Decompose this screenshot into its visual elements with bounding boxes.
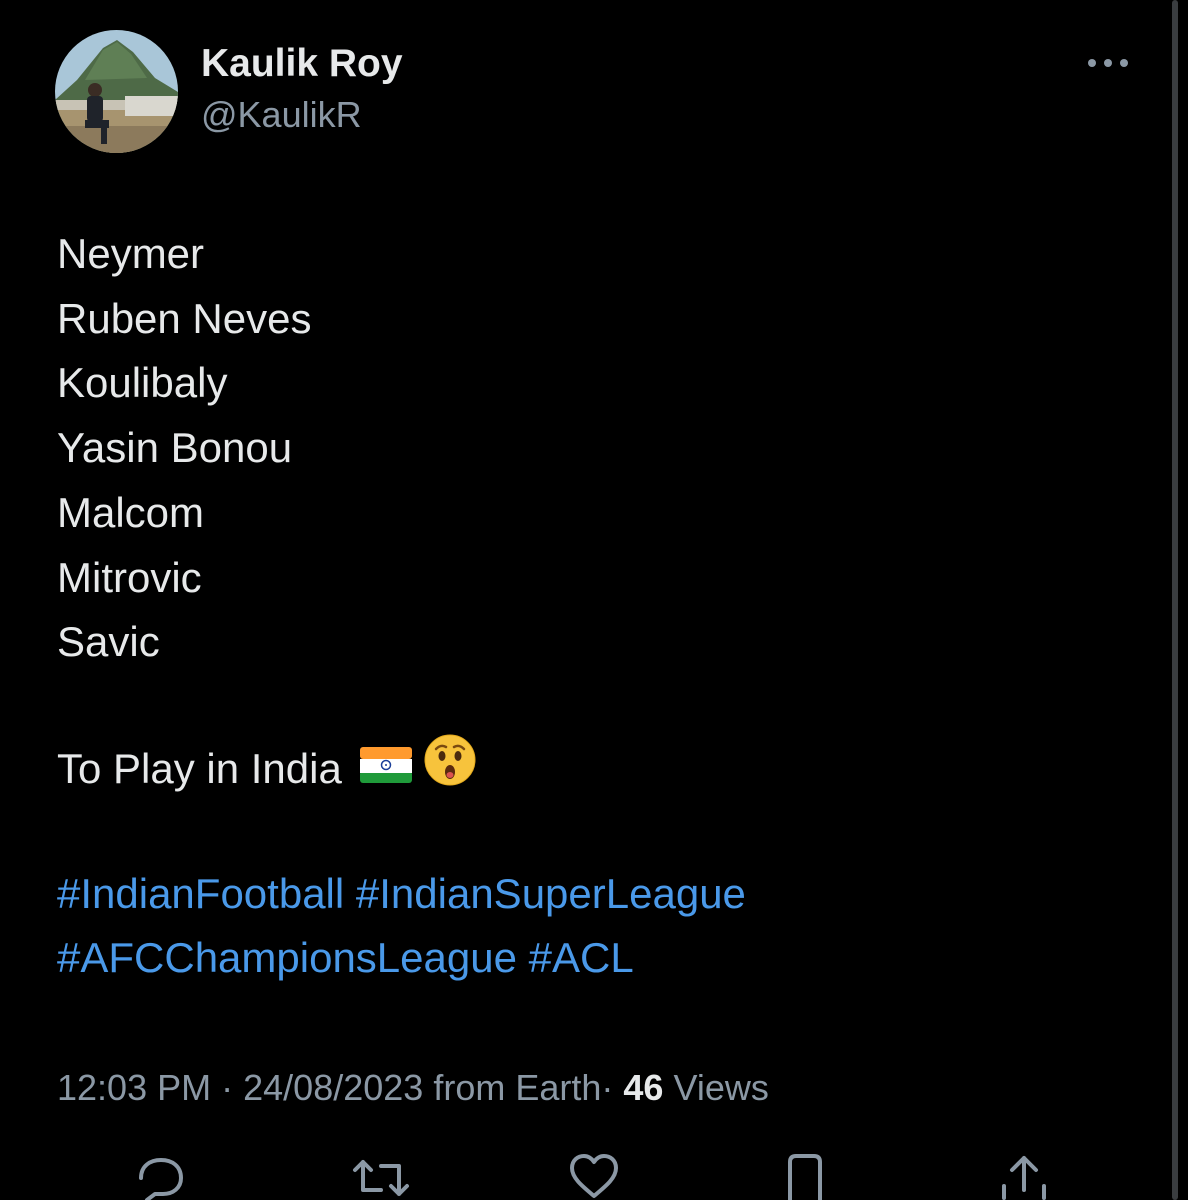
meta-separator: · — [601, 1067, 614, 1108]
views-label: Views — [673, 1067, 769, 1108]
india-flag-icon — [359, 737, 412, 801]
avatar-photo-icon — [55, 30, 178, 153]
tweet-text-line: Koulibaly — [57, 359, 228, 407]
hashtag-link[interactable]: #AFCChampionsLeague — [57, 934, 517, 981]
share-icon — [1002, 1156, 1046, 1200]
tweet-metadata: 12:03 PM · 24/08/2023 from Earth· 46 Vie… — [57, 1060, 769, 1116]
tweet-text: Neymer Ruben Neves Koulibaly Yasin Bonou… — [57, 222, 311, 675]
views-count: 46 — [623, 1067, 664, 1108]
author-handle[interactable]: @KaulikR — [201, 92, 362, 138]
tweet-time[interactable]: 12:03 PM — [57, 1067, 211, 1108]
more-options-button[interactable] — [1080, 46, 1136, 80]
tweet-text-line: Ruben Neves — [57, 294, 312, 342]
like-icon — [570, 1154, 618, 1198]
tweet-closing-line: To Play in India — [57, 734, 476, 804]
closing-text: To Play in India — [57, 745, 342, 792]
author-display-name[interactable]: Kaulik Roy — [201, 40, 403, 88]
tweet-date[interactable]: 24/08/2023 — [243, 1067, 423, 1108]
tweet-text-line: Savic — [57, 618, 160, 666]
author-avatar[interactable] — [55, 30, 178, 153]
tweet-text-line: Malcom — [57, 488, 205, 536]
retweet-button[interactable] — [351, 1150, 409, 1200]
retweet-icon — [353, 1160, 409, 1196]
tweet-text-line: Mitrovic — [57, 553, 202, 601]
hashtag-link[interactable]: #IndianSuperLeague — [356, 870, 746, 917]
bookmark-button[interactable] — [780, 1150, 836, 1200]
hashtag-line: #IndianFootball #IndianSuperLeague — [57, 862, 746, 926]
hashtags: #IndianFootball #IndianSuperLeague #AFCC… — [57, 862, 746, 990]
tweet-text-line: Yasin Bonou — [57, 424, 293, 472]
hashtag-link[interactable]: #IndianFootball — [57, 870, 344, 917]
tweet-text-line: Neymer — [57, 230, 205, 277]
share-button[interactable] — [996, 1150, 1052, 1200]
tweet-source: from Earth — [433, 1067, 602, 1108]
reply-button[interactable] — [133, 1150, 189, 1200]
ellipsis-icon — [1088, 59, 1128, 67]
scrollbar[interactable] — [1172, 0, 1178, 1200]
hashtag-link[interactable]: #ACL — [529, 934, 634, 981]
hashtag-line: #AFCChampionsLeague #ACL — [57, 926, 746, 990]
meta-separator: · — [221, 1067, 234, 1108]
astonished-face-icon — [424, 734, 476, 804]
reply-icon — [139, 1158, 183, 1200]
bookmark-icon — [788, 1154, 822, 1200]
like-button[interactable] — [566, 1150, 622, 1200]
tweet-actions-bar — [0, 1150, 1188, 1200]
tweet: Kaulik Roy @KaulikR Neymer Ruben Neves K… — [0, 0, 1188, 1200]
